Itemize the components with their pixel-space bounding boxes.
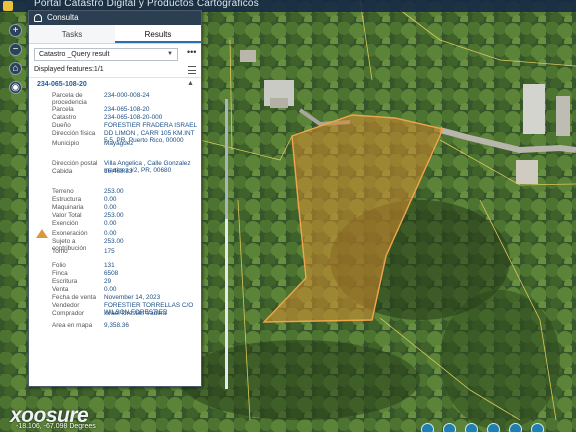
panel-header[interactable]: Consulta [29, 11, 201, 25]
attribute-key: Folio [52, 262, 66, 269]
attribute-key: Dirección postal [52, 160, 98, 167]
scrollbar-thumb[interactable] [225, 99, 228, 219]
query-icon [34, 14, 42, 22]
attribute-value: 29 [104, 278, 112, 285]
attribute-key: Cabida [52, 168, 73, 175]
attribute-value: 0.00 [104, 220, 117, 227]
attribute-key: Municipio [52, 140, 79, 147]
polygon-symbol-icon [36, 229, 48, 238]
attribute-value: 0.00 [104, 204, 117, 211]
home-button[interactable]: ⌂ [9, 62, 22, 75]
result-id[interactable]: 234-065-108-20 [37, 81, 87, 88]
panel-title: Consulta [47, 13, 79, 22]
attribute-value: 0.00 [104, 286, 117, 293]
locate-button[interactable]: ◉ [9, 81, 22, 94]
attribute-value: 175 [104, 248, 115, 255]
attribute-key: Escritura [52, 278, 78, 285]
attribute-key: Venta [52, 286, 69, 293]
attribute-key: Exención [52, 220, 79, 227]
list-view-icon[interactable] [188, 66, 196, 74]
panel-tabs: Tasks Results [29, 25, 201, 44]
attribute-value: 0.00 [104, 196, 117, 203]
zoom-in-button[interactable]: + [9, 24, 22, 37]
attribute-key: Finca [52, 270, 68, 277]
attribute-key: Terreno [52, 188, 74, 195]
features-count: Displayed features:1/1 [34, 66, 104, 73]
attribute-key: Valor Total [52, 212, 82, 219]
attribute-value: 16,468.33 [104, 168, 133, 175]
result-layer-select[interactable]: Catastro _Query result ▼ [34, 48, 178, 61]
app-title: Portal Catastro Digital y Productos Cart… [34, 0, 259, 9]
attribute-key: Tomo [52, 248, 68, 255]
panel-scrollbar[interactable] [225, 99, 228, 389]
attribute-key: Comprador [52, 310, 84, 317]
info-icon[interactable] [531, 423, 544, 432]
attribute-value: 0.00 [104, 230, 117, 237]
attribute-value: 131 [104, 262, 115, 269]
tab-results[interactable]: Results [115, 25, 201, 43]
map-tools: + − ⌂ ◉ [9, 24, 22, 100]
attribute-key: Maquinaria [52, 204, 84, 211]
chevron-down-icon: ▼ [167, 51, 173, 57]
attribute-value: 234-000-008-24 [104, 92, 150, 99]
attribute-value: 253.00 [104, 188, 124, 195]
features-bar: Displayed features:1/1 [29, 64, 201, 78]
attribute-key: Vendedor [52, 302, 80, 309]
attribute-value: November 14, 2023 [104, 294, 161, 301]
attribute-key: Parcela [52, 106, 74, 113]
attribute-value: FORESTIER FRADERA ISRAEL [104, 122, 198, 129]
tab-tasks[interactable]: Tasks [29, 25, 115, 43]
chevron-up-icon[interactable]: ▲ [187, 80, 194, 87]
attribute-value: 234-065-108-20-000 [104, 114, 163, 121]
result-layer-value: Catastro _Query result [39, 51, 110, 58]
attribute-value: Israel forestier fradera [104, 310, 167, 317]
result-header[interactable]: 234-065-108-20 ▲ [29, 78, 201, 92]
zoom-out-button[interactable]: − [9, 43, 22, 56]
more-options-button[interactable]: ••• [187, 47, 196, 57]
attribute-value: 9,358.36 [104, 322, 129, 329]
attribute-key: Dirección física [52, 130, 96, 137]
results-toolbar: Catastro _Query result ▼ ••• [29, 44, 201, 64]
attribute-key: Fecha de venta [52, 294, 97, 301]
app-logo-icon [3, 1, 13, 11]
attribute-key: Estructura [52, 196, 82, 203]
attribute-value: 234-065-108-20 [104, 106, 150, 113]
attribute-key: Parcela de procedencia [52, 92, 87, 107]
attribute-value: Mayagüez [104, 140, 134, 147]
print-icon[interactable] [487, 423, 500, 432]
share-icon[interactable] [509, 423, 522, 432]
query-panel: Consulta Tasks Results Catastro _Query r… [28, 10, 228, 389]
building-2 [523, 84, 545, 134]
attribute-key: Dueño [52, 122, 71, 129]
attribute-value: 253.00 [104, 212, 124, 219]
building-3 [516, 160, 538, 184]
attribute-value: 6508 [104, 270, 119, 277]
attribute-key: Exoneración [52, 230, 88, 237]
coordinate-readout: -18.106, -67.098 Degrees [16, 423, 96, 430]
attribute-value: 253.00 [104, 238, 124, 245]
measure-icon[interactable] [465, 423, 478, 432]
attribute-key: Catastro [52, 114, 77, 121]
layers-icon[interactable] [443, 423, 456, 432]
attribute-key: Area en mapa [52, 322, 93, 329]
globe-icon[interactable] [421, 423, 434, 432]
